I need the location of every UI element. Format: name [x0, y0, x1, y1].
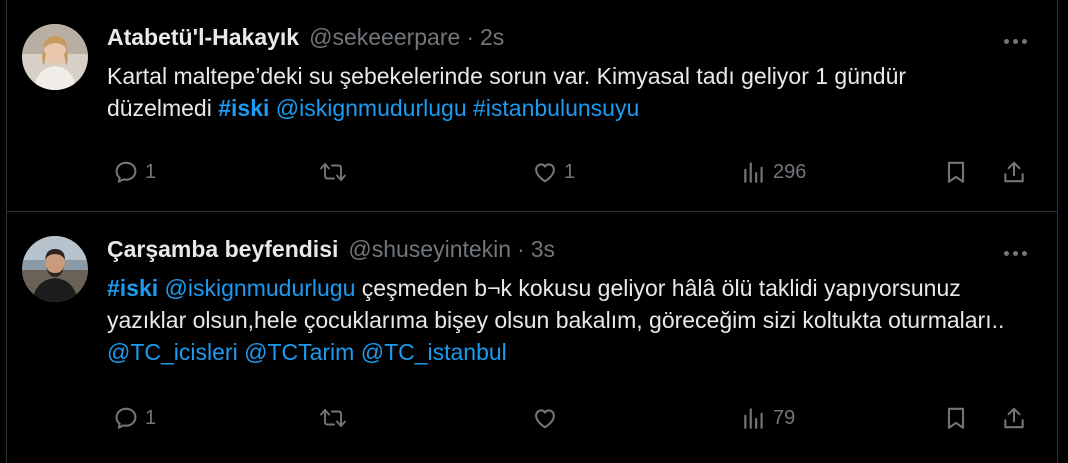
- reply-icon: [115, 407, 137, 429]
- views-button[interactable]: 296: [741, 154, 806, 190]
- hashtag-iski[interactable]: #iski: [107, 275, 158, 301]
- like-icon: [535, 163, 555, 183]
- like-button[interactable]: 1: [532, 154, 575, 190]
- retweet-icon: [320, 409, 346, 427]
- mention-tc-istanbul[interactable]: @TC_istanbul: [361, 339, 507, 365]
- views-icon: [744, 162, 763, 183]
- more-icon[interactable]: [997, 238, 1033, 268]
- share-icon: [1004, 407, 1024, 429]
- tweet-2[interactable]: Çarşamba beyfendisi @shuseyintekin · 3s …: [7, 212, 1057, 463]
- separator-dot: ·: [466, 24, 474, 50]
- views-count: 296: [773, 160, 807, 183]
- views-icon: [744, 408, 763, 429]
- author-handle[interactable]: @shuseyintekin: [348, 236, 511, 263]
- tweet-header: Atabetü'l-Hakayık @sekeeerpare · 2s: [107, 24, 997, 58]
- timestamp[interactable]: 3s: [531, 236, 555, 263]
- mention-tc-icisleri[interactable]: @TC_icisleri: [107, 339, 238, 365]
- reply-button[interactable]: 1: [113, 400, 156, 436]
- timestamp[interactable]: 2s: [480, 24, 504, 51]
- tweet-text: #iski @iskignmudurlugu çeşmeden b¬k koku…: [107, 272, 1007, 368]
- hashtag-iski[interactable]: #iski: [218, 95, 269, 121]
- frame-border-right: [1057, 0, 1058, 463]
- tweet-header: Çarşamba beyfendisi @shuseyintekin · 3s: [107, 236, 997, 270]
- retweet-icon: [320, 163, 346, 181]
- bookmark-icon: [947, 407, 965, 429]
- avatar[interactable]: [22, 236, 88, 302]
- bookmark-button[interactable]: [943, 400, 969, 436]
- more-icon[interactable]: [997, 26, 1033, 56]
- mention-iskignmudurlugu[interactable]: @iskignmudurlugu: [165, 275, 356, 301]
- reply-button[interactable]: 1: [113, 154, 156, 190]
- retweet-button[interactable]: [319, 154, 353, 190]
- tweet-actions: 1 79: [107, 400, 1041, 436]
- views-count: 79: [773, 406, 796, 429]
- like-icon: [535, 409, 555, 429]
- reply-icon: [115, 161, 137, 183]
- tweet-text: Kartal maltepe’deki su şebekelerinde sor…: [107, 60, 1007, 124]
- retweet-button[interactable]: [319, 400, 353, 436]
- share-button[interactable]: [1001, 154, 1027, 190]
- views-button[interactable]: 79: [741, 400, 795, 436]
- share-icon: [1004, 161, 1024, 183]
- tweet-1[interactable]: Atabetü'l-Hakayık @sekeeerpare · 2s Kart…: [7, 0, 1057, 212]
- mention-iskignmudurlugu[interactable]: @iskignmudurlugu: [276, 95, 467, 121]
- mention-tctarim[interactable]: @TCTarim: [244, 339, 354, 365]
- avatar[interactable]: [22, 24, 88, 90]
- reply-count: 1: [145, 160, 157, 183]
- like-button[interactable]: [532, 400, 564, 436]
- reply-count: 1: [145, 406, 157, 429]
- author-name[interactable]: Çarşamba beyfendisi: [107, 236, 338, 263]
- bookmark-icon: [947, 161, 965, 183]
- tweet-actions: 1 1 296: [107, 154, 1041, 190]
- bookmark-button[interactable]: [943, 154, 969, 190]
- like-count: 1: [564, 160, 576, 183]
- separator-dot: ·: [517, 236, 525, 262]
- share-button[interactable]: [1001, 400, 1027, 436]
- author-name[interactable]: Atabetü'l-Hakayık: [107, 24, 299, 51]
- author-handle[interactable]: @sekeeerpare: [309, 24, 460, 51]
- hashtag-istanbulunsuyu[interactable]: #istanbulunsuyu: [473, 95, 639, 121]
